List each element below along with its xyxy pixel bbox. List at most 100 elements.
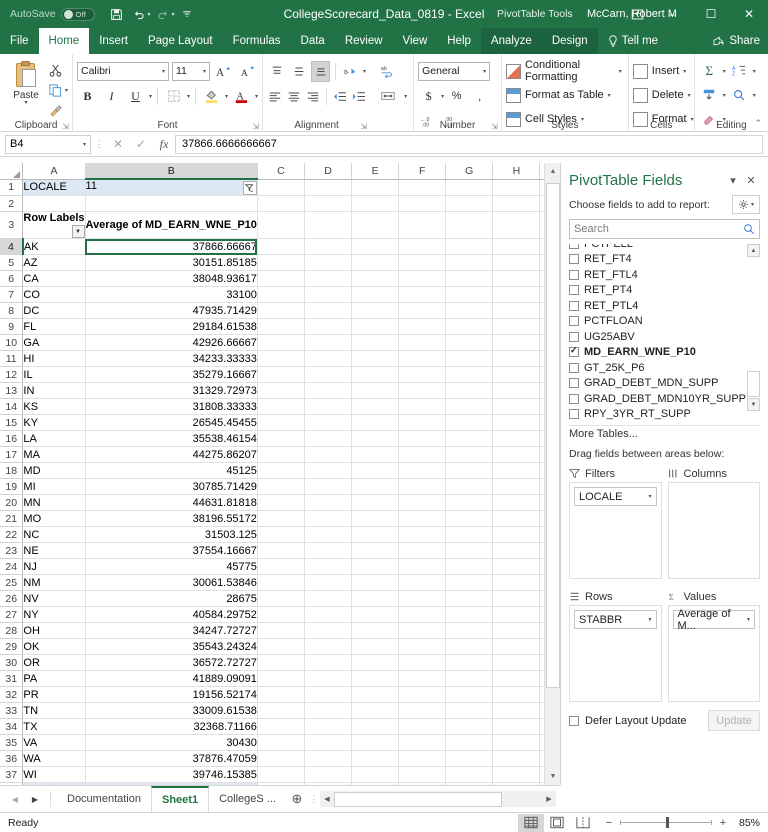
cell-empty[interactable] [305,623,352,639]
customize-quick-access-icon[interactable] [177,4,197,24]
comma-style-button[interactable]: , [469,86,490,107]
cell-empty[interactable] [257,591,304,607]
cell-empty[interactable] [493,495,540,511]
cell-empty[interactable] [257,623,304,639]
column-header-f[interactable]: F [399,163,446,179]
cell-a-31[interactable]: PA [23,671,85,687]
cell-b-8[interactable]: 47935.71429 [85,303,257,319]
tab-design[interactable]: Design [542,28,598,54]
cell-a-9[interactable]: FL [23,319,85,335]
bold-button[interactable]: B [77,86,98,107]
tab-insert[interactable]: Insert [89,28,138,54]
cell-a-2[interactable] [23,196,85,212]
cell-empty[interactable] [493,415,540,431]
row-header-26[interactable]: 26 [0,591,23,607]
cell-empty[interactable] [446,575,493,591]
underline-dropdown-icon[interactable]: ▾ [149,93,152,100]
cell-empty[interactable] [446,687,493,703]
grid-vertical-scrollbar[interactable]: ▲ ▼ [544,163,560,785]
page-layout-view-icon[interactable] [544,814,570,832]
cell-empty[interactable] [352,335,399,351]
cell-empty[interactable] [446,527,493,543]
field-checkbox[interactable] [569,254,579,264]
cell-b-28[interactable]: 34247.72727 [85,623,257,639]
horizontal-scroll-track[interactable] [334,792,542,807]
zoom-slider-track[interactable] [620,822,712,823]
column-header-e[interactable]: E [352,163,399,179]
cell-empty[interactable] [305,447,352,463]
cell-empty[interactable] [399,719,446,735]
row-header-21[interactable]: 21 [0,511,23,527]
cell-a-12[interactable]: IL [23,367,85,383]
cell-empty[interactable] [493,303,540,319]
cell-empty[interactable] [352,479,399,495]
cell-a-14[interactable]: KS [23,399,85,415]
cell-empty[interactable] [352,767,399,783]
cell-empty[interactable] [257,463,304,479]
row-labels-filter-icon[interactable]: ▼ [72,225,85,238]
cell-empty[interactable] [399,335,446,351]
cell-empty[interactable] [305,463,352,479]
cell-empty[interactable] [399,735,446,751]
cell-b-4[interactable]: 37866.66667 [85,239,257,255]
copy-button[interactable]: ▾ [48,82,68,99]
sort-filter-dropdown-icon[interactable]: ▾ [753,68,756,75]
cell-empty[interactable] [446,479,493,495]
cell-empty[interactable] [257,367,304,383]
cell-empty[interactable] [257,431,304,447]
field-checkbox[interactable] [569,425,579,426]
cell-empty[interactable] [257,415,304,431]
field-checkbox[interactable] [569,332,579,342]
cell-empty[interactable] [446,335,493,351]
cell-empty[interactable] [493,639,540,655]
cell-empty[interactable] [493,271,540,287]
cell-empty[interactable] [446,671,493,687]
cell-empty[interactable] [399,687,446,703]
cell-empty[interactable] [493,511,540,527]
cell-b-9[interactable]: 29184.61538 [85,319,257,335]
sheet-tab-documentation[interactable]: Documentation [57,786,151,812]
cell-empty[interactable] [257,447,304,463]
field-list-item[interactable]: C150_L4_POOLED_SUPP [569,422,745,426]
row-header-17[interactable]: 17 [0,447,23,463]
cell-empty[interactable] [446,639,493,655]
field-list-options-dropdown-icon[interactable]: ▾ [751,201,754,208]
cell-empty[interactable] [446,447,493,463]
cell-empty[interactable] [446,767,493,783]
name-box-dropdown-icon[interactable]: ▾ [83,141,86,148]
row-header-2[interactable]: 2 [0,196,23,212]
cell-empty[interactable] [399,196,446,212]
row-header-11[interactable]: 11 [0,351,23,367]
cell-empty[interactable] [352,431,399,447]
cell-empty[interactable] [352,415,399,431]
cell-empty[interactable] [352,319,399,335]
cell-a-24[interactable]: NJ [23,559,85,575]
cell-b-14[interactable]: 31808.33333 [85,399,257,415]
cell-empty[interactable] [446,607,493,623]
align-bottom-button[interactable] [311,61,330,82]
cell-empty[interactable] [352,399,399,415]
cell-empty[interactable] [352,239,399,255]
cell-b-20[interactable]: 44631.81818 [85,495,257,511]
field-list-item[interactable]: RPY_3YR_RT_SUPP [569,407,745,423]
search-input[interactable]: Search [569,219,760,239]
cell-empty[interactable] [446,351,493,367]
cell-empty[interactable] [257,255,304,271]
cell-empty[interactable] [352,655,399,671]
cell-empty[interactable] [399,303,446,319]
underline-button[interactable]: U [125,86,146,107]
cell-a-18[interactable]: MD [23,463,85,479]
cell-a-17[interactable]: MA [23,447,85,463]
cell-a-3[interactable]: Row Labels▼ [23,212,85,239]
cell-empty[interactable] [352,447,399,463]
cell-empty[interactable] [257,319,304,335]
cell-b-33[interactable]: 33009.61538 [85,703,257,719]
cell-empty[interactable] [493,239,540,255]
cell-empty[interactable] [352,255,399,271]
cell-a-21[interactable]: MO [23,511,85,527]
cell-empty[interactable] [305,591,352,607]
row-header-6[interactable]: 6 [0,271,23,287]
cell-empty[interactable] [493,703,540,719]
paste-dropdown-icon[interactable]: ▾ [24,101,27,106]
format-as-table-dropdown-icon[interactable]: ▾ [608,92,611,99]
